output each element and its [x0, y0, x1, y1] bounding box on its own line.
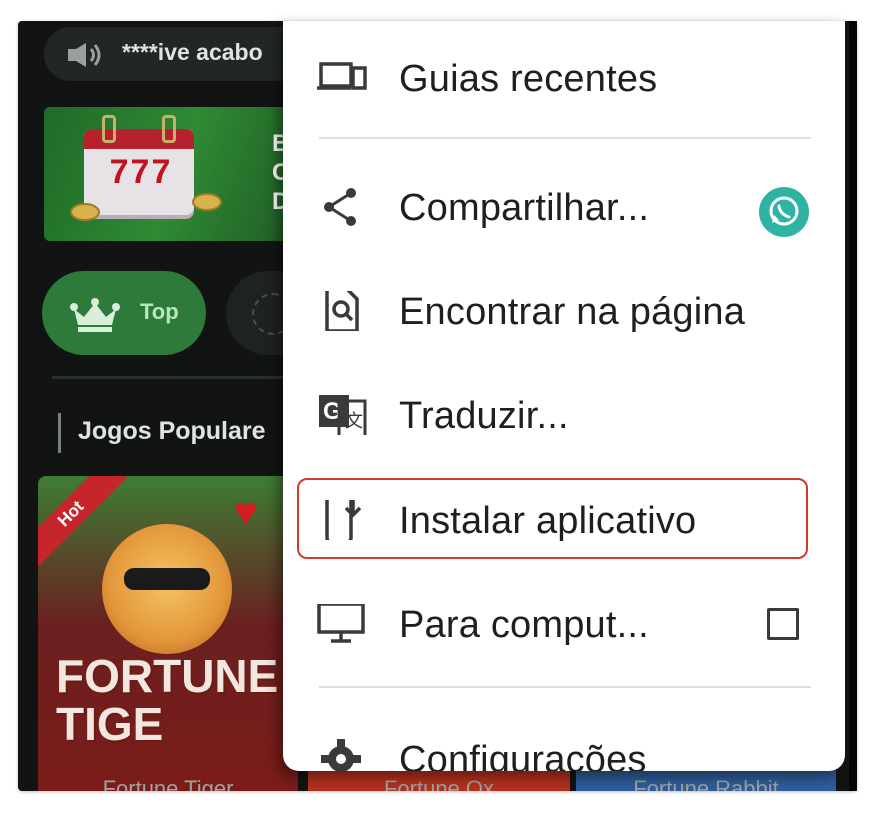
menu-item-label: Para comput...	[399, 604, 649, 646]
menu-item-settings[interactable]: Configurações	[283, 719, 845, 771]
speaker-icon	[68, 43, 101, 67]
coin-icon	[70, 203, 100, 221]
desktop-site-checkbox[interactable]	[767, 608, 799, 640]
menu-item-desktop-site[interactable]: Para comput...	[283, 584, 845, 664]
highlight-box	[297, 478, 808, 559]
calendar-number: 777	[109, 153, 173, 191]
menu-item-label: Guias recentes	[399, 58, 658, 100]
menu-separator	[319, 137, 811, 139]
translate-icon: G 文	[319, 395, 367, 435]
menu-item-share[interactable]: Compartilhar...	[283, 167, 845, 247]
game-card-title: FORTUNE TIGE	[56, 650, 279, 750]
marquee-text: ****ive acabo	[122, 39, 263, 65]
menu-item-find-in-page[interactable]: Encontrar na página	[283, 271, 845, 351]
category-tab-top[interactable]: Top	[42, 271, 206, 355]
desktop-icon	[317, 604, 365, 643]
whatsapp-icon[interactable]	[759, 187, 809, 237]
game-card-caption: Fortune Rabbit	[633, 776, 779, 791]
favorite-heart-icon[interactable]: ♥	[234, 490, 258, 535]
gear-icon	[321, 739, 361, 771]
menu-item-translate[interactable]: G 文 Traduzir...	[283, 375, 845, 455]
game-card-fortune-tiger[interactable]: Hot ♥ FORTUNE TIGE Fortune Tiger	[38, 476, 298, 791]
devices-icon	[317, 62, 367, 90]
coin-icon	[192, 193, 222, 211]
menu-item-label: Compartilhar...	[399, 187, 650, 229]
menu-item-recent-tabs[interactable]: Guias recentes	[283, 38, 845, 118]
find-in-page-icon	[325, 291, 359, 331]
game-card-caption: Fortune Tiger	[102, 776, 234, 791]
game-card-caption: Fortune Ox	[383, 776, 495, 791]
menu-separator	[319, 686, 811, 688]
menu-item-label: Traduzir...	[399, 395, 569, 437]
section-title: Jogos Populare	[78, 417, 266, 445]
menu-item-label: Configurações	[399, 739, 647, 771]
category-tab-label: Top	[140, 299, 179, 324]
crown-icon	[70, 298, 120, 332]
browser-overflow-menu: Guias recentes Compartilhar... Encontrar…	[283, 21, 845, 771]
menu-item-label: Encontrar na página	[399, 291, 746, 333]
share-icon	[324, 188, 356, 226]
svg-text:文: 文	[345, 411, 363, 431]
